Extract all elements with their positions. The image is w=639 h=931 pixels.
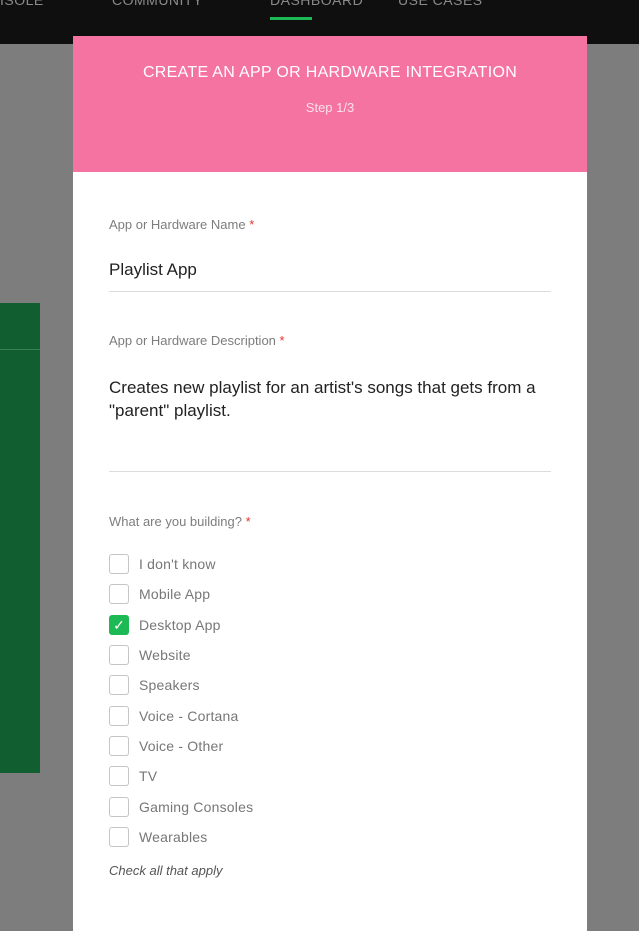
building-options-list: I don't know Mobile App ✓ Desktop App Websit… <box>109 549 253 852</box>
required-marker: * <box>245 514 251 529</box>
option-row[interactable]: Gaming Consoles <box>109 791 253 821</box>
option-label: I don't know <box>139 556 216 573</box>
option-row[interactable]: Wearables <box>109 822 253 852</box>
description-input[interactable]: Creates new playlist for an artist's son… <box>109 376 549 422</box>
option-label: Voice - Cortana <box>139 707 239 724</box>
name-input-underline <box>109 291 551 292</box>
description-label-text: App or Hardware Description <box>109 333 276 348</box>
description-input-underline <box>109 471 551 472</box>
checkbox[interactable] <box>109 735 129 756</box>
building-label-text: What are you building? <box>109 514 242 529</box>
option-row[interactable]: Voice - Other <box>109 731 253 761</box>
nav-item-dashboard[interactable]: DASHBOARD <box>270 0 363 8</box>
checkmark-icon: ✓ <box>113 616 125 633</box>
checkbox[interactable] <box>109 796 129 817</box>
checkbox[interactable] <box>109 675 129 696</box>
name-input[interactable]: Playlist App <box>109 260 197 280</box>
required-marker: * <box>279 333 285 348</box>
option-row[interactable]: Mobile App <box>109 579 253 609</box>
background-divider <box>0 349 40 350</box>
nav-item-use-cases[interactable]: USE CASES <box>398 0 483 8</box>
option-label: Speakers <box>139 677 200 694</box>
modal-header: CREATE AN APP OR HARDWARE INTEGRATION St… <box>73 36 587 172</box>
nav-item-console[interactable]: ISOLE <box>0 0 44 8</box>
name-field-label: App or Hardware Name * <box>109 217 254 232</box>
active-nav-indicator <box>270 17 312 20</box>
option-label: Website <box>139 647 191 664</box>
option-row[interactable]: Voice - Cortana <box>109 700 253 730</box>
background-panel <box>0 303 40 773</box>
option-row[interactable]: ✓ Desktop App <box>109 610 253 640</box>
checkbox[interactable] <box>109 584 129 605</box>
checkbox[interactable] <box>109 645 129 666</box>
checkbox-checked[interactable]: ✓ <box>109 614 129 635</box>
nav-item-community[interactable]: COMMUNITY <box>112 0 203 8</box>
option-label: Gaming Consoles <box>139 798 254 815</box>
modal-title: CREATE AN APP OR HARDWARE INTEGRATION <box>142 64 518 81</box>
option-row[interactable]: TV <box>109 761 253 791</box>
option-row[interactable]: I don't know <box>109 549 253 579</box>
hint-text: Check all that apply <box>109 863 223 878</box>
checkbox[interactable] <box>109 705 129 726</box>
option-label: Voice - Other <box>139 737 224 754</box>
step-indicator: Step 1/3 <box>305 100 355 115</box>
checkbox[interactable] <box>109 826 129 847</box>
option-label: Mobile App <box>139 586 211 603</box>
option-label: TV <box>139 768 158 785</box>
description-field-label: App or Hardware Description * <box>109 333 285 348</box>
required-marker: * <box>249 217 255 232</box>
building-field-label: What are you building? * <box>109 514 251 529</box>
option-label: Desktop App <box>139 616 221 633</box>
option-row[interactable]: Speakers <box>109 670 253 700</box>
checkbox[interactable] <box>109 554 129 575</box>
name-label-text: App or Hardware Name <box>109 217 246 232</box>
checkbox[interactable] <box>109 766 129 787</box>
option-row[interactable]: Website <box>109 640 253 670</box>
create-app-modal: CREATE AN APP OR HARDWARE INTEGRATION St… <box>73 36 587 931</box>
option-label: Wearables <box>139 828 208 845</box>
